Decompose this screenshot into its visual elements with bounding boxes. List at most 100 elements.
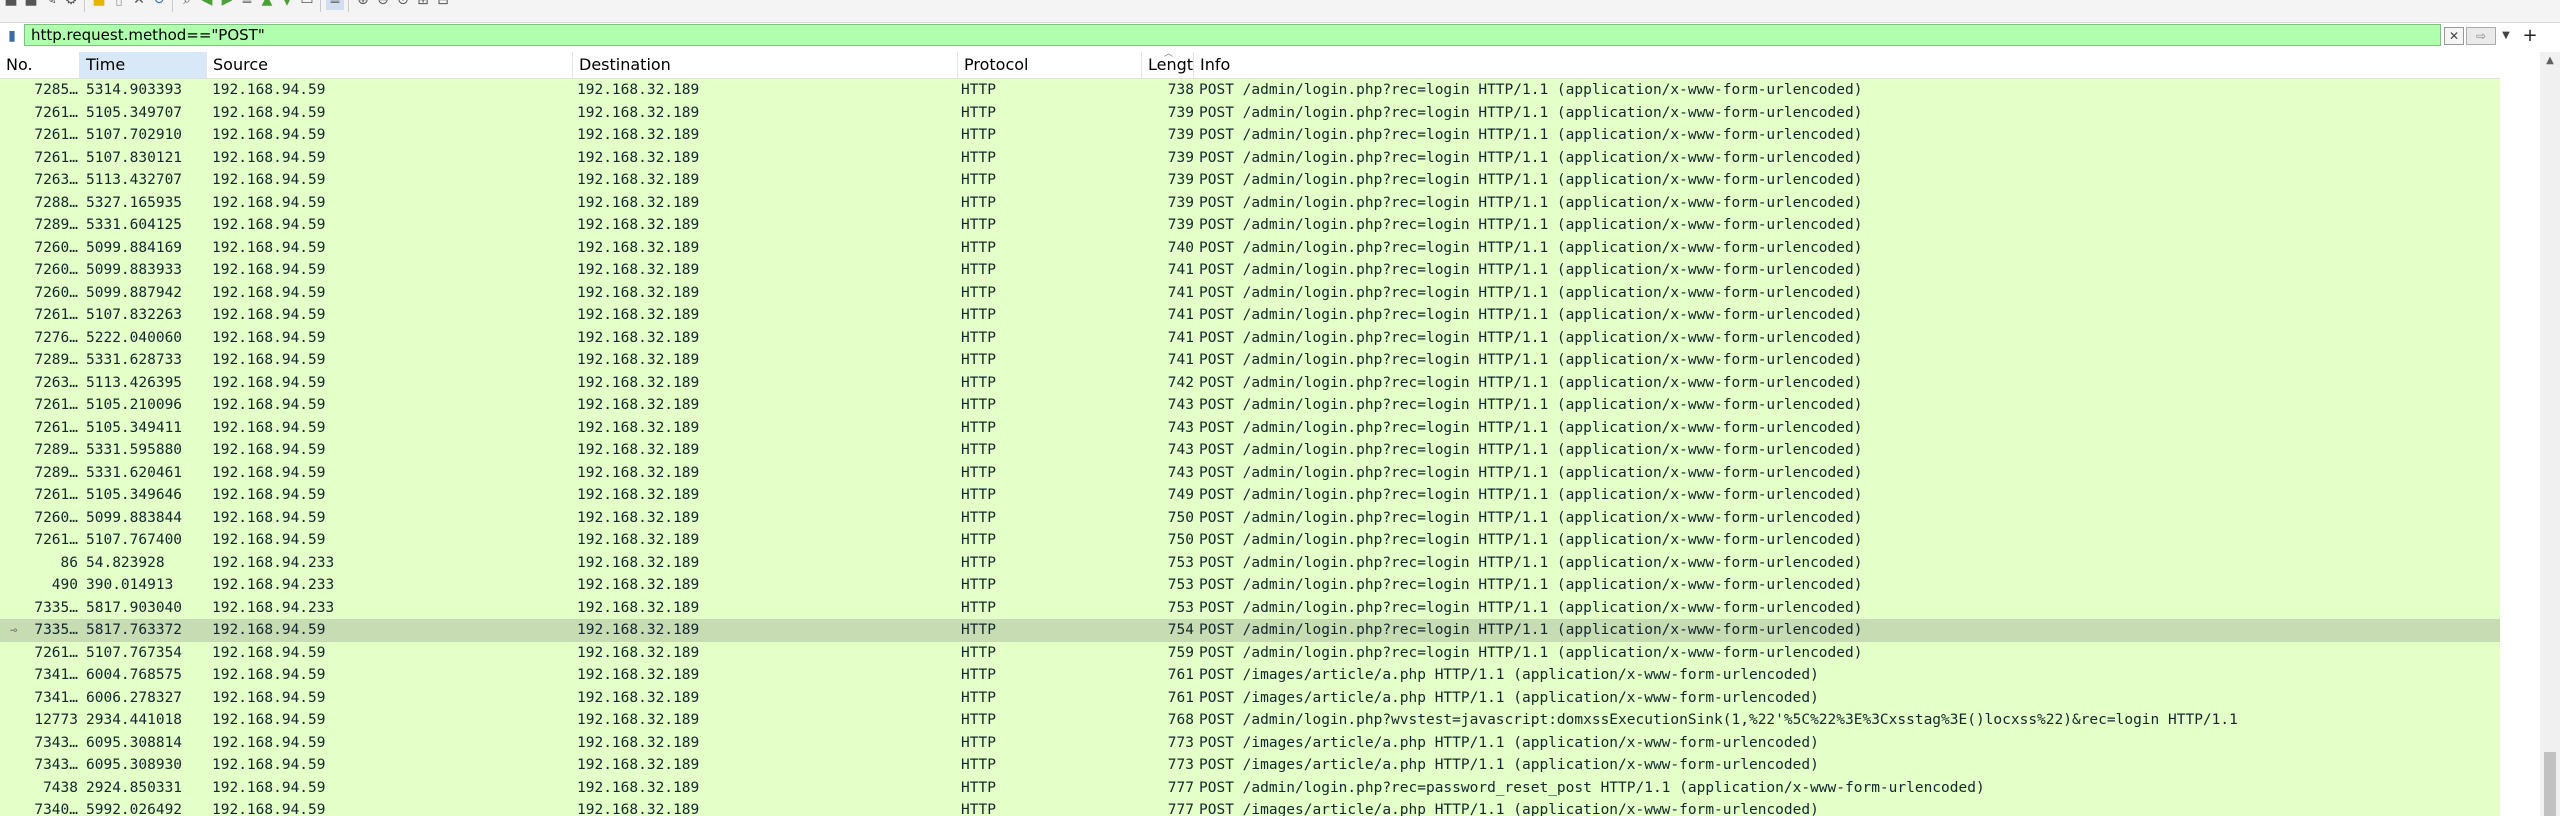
cell-destination: 192.168.32.189 [577,217,700,233]
table-row[interactable]: 86 54.823928 192.168.94.233 192.168.32.189 H… [0,551,2500,574]
table-row[interactable]: 7341… 6006.278327 192.168.94.59 192.168.32.… [0,686,2500,709]
table-row[interactable]: 7276… 5222.040060 192.168.94.59 192.168.32.… [0,326,2500,349]
restart-icon[interactable]: ■ [22,0,40,10]
table-row[interactable]: 12773 2934.441018 192.168.94.59 192.168.32.… [0,709,2500,732]
table-row[interactable]: 490 390.014913 192.168.94.233 192.168.32.18… [0,574,2500,597]
cell-time: 5314.903393 [86,82,183,98]
colorize-icon[interactable]: ≡ [326,0,344,10]
cell-protocol: HTTP [961,172,996,188]
filter-history-dropdown-icon[interactable]: ▼ [2498,25,2514,45]
cell-length: 739 [1167,127,1194,143]
cell-no: 7261… [34,127,78,143]
table-row[interactable]: 7261… 5105.349411 192.168.94.59 192.168.32.… [0,416,2500,439]
cell-destination: 192.168.32.189 [577,329,700,346]
stop-icon[interactable]: ■ [2,0,20,10]
bookmark-icon[interactable]: ▮ [4,25,20,46]
cell-info: POST /admin/login.php?rec=login HTTP/1.1… [1199,194,1863,211]
table-row[interactable]: 7438 2924.850331 192.168.94.59 192.168.32.1… [0,776,2500,799]
find-icon[interactable]: ⌕ [178,0,196,10]
column-header-protocol[interactable]: Protocol [958,52,1142,78]
zoom-in-icon[interactable]: ⊕ [354,0,372,10]
cell-time: 390.014913 [86,577,174,593]
table-row[interactable]: 7260… 5099.887942 192.168.94.59 192.168.32.… [0,281,2500,304]
cell-protocol: HTTP [961,307,996,323]
table-row[interactable]: 7335… 5817.903040 192.168.94.233 192.168.32… [0,596,2500,619]
cell-info: POST /admin/login.php?rec=login HTTP/1.1… [1199,464,1863,481]
table-row[interactable]: 7261… 5107.767400 192.168.94.59 192.168.32.… [0,529,2500,552]
table-row[interactable]: 7261… 5107.830121 192.168.94.59 192.168.32.… [0,146,2500,169]
open-folder-icon[interactable]: ■ [90,0,108,10]
apply-filter-arrow-icon[interactable]: ⇨ [2466,27,2496,45]
table-row[interactable]: 7261… 5107.702910 192.168.94.59 192.168.32.… [0,124,2500,147]
jump-icon[interactable]: ≡ [238,0,256,10]
table-row[interactable]: 7340… 5992.026492 192.168.94.59 192.168.32.… [0,799,2500,816]
scroll-up-icon[interactable]: ▲ [2540,52,2560,68]
table-row[interactable]: 7261… 5105.349646 192.168.94.59 192.168.32.… [0,484,2500,507]
table-row[interactable]: 7261… 5105.349707 192.168.94.59 192.168.32.… [0,101,2500,124]
autoscroll-icon[interactable]: ▭ [298,0,316,10]
table-row[interactable]: 7260… 5099.883844 192.168.94.59 192.168.32.… [0,506,2500,529]
back-arrow-icon[interactable]: ◀ [198,0,216,10]
table-row[interactable]: 7289… 5331.595880 192.168.94.59 192.168.32.… [0,439,2500,462]
cell-protocol: HTTP [961,352,996,368]
cell-length: 739 [1167,172,1194,188]
table-row[interactable]: 7288… 5327.165935 192.168.94.59 192.168.32.… [0,191,2500,214]
table-row[interactable]: 7263… 5113.426395 192.168.94.59 192.168.32.… [0,371,2500,394]
table-row[interactable]: 7341… 6004.768575 192.168.94.59 192.168.32.… [0,664,2500,687]
cell-info: POST /admin/login.php?wvstest=javascript… [1199,712,2238,728]
table-row[interactable]: 7261… 5107.832263 192.168.94.59 192.168.32.… [0,304,2500,327]
layout-icon[interactable]: ⊟ [434,0,452,10]
table-row[interactable]: 7261… 5107.767354 192.168.94.59 192.168.32.… [0,641,2500,664]
go-first-icon[interactable]: ▲ [258,0,276,10]
cell-destination: 192.168.32.189 [577,239,700,256]
cell-source: 192.168.94.59 [212,644,326,661]
cell-time: 5099.883933 [86,262,183,278]
table-row[interactable]: 7260… 5099.884169 192.168.94.59 192.168.32.… [0,236,2500,259]
table-row[interactable]: 7289… 5331.628733 192.168.94.59 192.168.32.… [0,349,2500,372]
table-row[interactable]: 7343… 6095.308930 192.168.94.59 192.168.32.… [0,754,2500,777]
table-row[interactable]: 7261… 5105.210096 192.168.94.59 192.168.32.… [0,394,2500,417]
cell-time: 2924.850331 [86,779,183,796]
go-last-icon[interactable]: ▼ [278,0,296,10]
resize-columns-icon[interactable]: ⊞ [414,0,432,10]
table-row[interactable]: 7263… 5113.432707 192.168.94.59 192.168.32.… [0,169,2500,192]
table-row[interactable]: 7260… 5099.883933 192.168.94.59 192.168.32.… [0,259,2500,282]
close-file-icon[interactable]: ✕ [130,0,148,10]
table-row[interactable]: 7343… 6095.308814 192.168.94.59 192.168.32.… [0,731,2500,754]
cell-no: 7260… [34,509,78,526]
cell-length: 761 [1167,667,1194,683]
clear-filter-icon[interactable]: ✕ [2444,27,2464,45]
gear-icon[interactable]: ⚙ [62,0,80,10]
cell-no: 86 [60,554,78,571]
options-icon[interactable]: ✎ [42,0,60,10]
vertical-scrollbar[interactable]: ▲ [2540,52,2560,816]
cell-info: POST /admin/login.php?rec=login HTTP/1.1… [1199,217,1863,233]
cell-source: 192.168.94.59 [212,397,326,413]
cell-info: POST /admin/login.php?rec=login HTTP/1.1… [1199,487,1863,503]
add-filter-button-icon[interactable]: + [2520,25,2540,46]
zoom-normal-icon[interactable]: ⊙ [394,0,412,10]
display-filter-input[interactable] [24,24,2441,46]
column-header-no[interactable]: No. [0,52,80,78]
cell-no: 7261… [34,149,78,166]
cell-length: 749 [1167,487,1194,503]
packet-list[interactable]: 7285… 5314.903393 192.168.94.59 192.168.32.… [0,79,2500,816]
table-row[interactable]: 7289… 5331.620461 192.168.94.59 192.168.32.… [0,461,2500,484]
column-header-source[interactable]: Source [207,52,573,78]
cell-info: POST /images/article/a.php HTTP/1.1 (app… [1199,802,1819,816]
cell-no: 7261… [34,307,78,323]
table-row[interactable]: 7289… 5331.604125 192.168.94.59 192.168.32.… [0,214,2500,237]
cell-protocol: HTTP [961,532,996,548]
forward-arrow-icon[interactable]: ▶ [218,0,236,10]
reload-icon[interactable]: ↻ [150,0,168,10]
cell-protocol: HTTP [961,82,996,98]
column-header-time[interactable]: Time [80,52,207,78]
table-row[interactable]: 7285… 5314.903393 192.168.94.59 192.168.32.… [0,79,2500,102]
scrollbar-thumb[interactable] [2544,752,2556,816]
column-header-destination[interactable]: Destination [573,52,958,78]
table-row-selected[interactable]: 7335… 5817.763372 192.168.94.59 192.168.32.… [0,619,2500,642]
column-header-info[interactable]: Info [1194,52,2500,78]
zoom-out-icon[interactable]: ⊖ [374,0,392,10]
cell-protocol: HTTP [961,554,996,571]
file-icon[interactable]: ▯ [110,0,128,10]
